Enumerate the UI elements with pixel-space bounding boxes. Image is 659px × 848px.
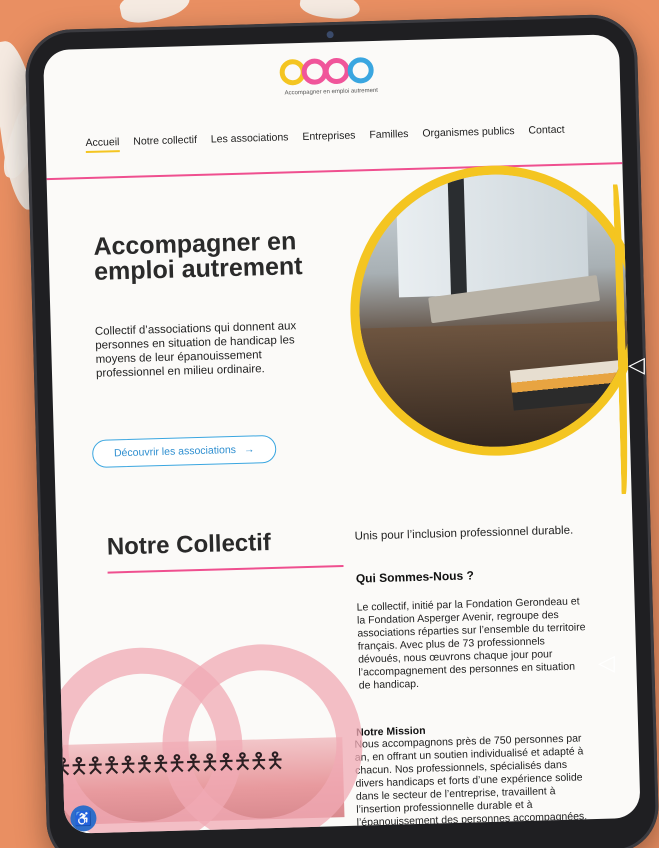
cta-label: Découvrir les associations (113, 443, 237, 460)
brush-stroke (117, 0, 193, 27)
mission-text: Nous accompagnons près de 750 personnes … (354, 732, 588, 829)
nav-item-contact[interactable]: Contact (528, 124, 565, 137)
pointer-arrow-icon: ◁ (598, 650, 615, 675)
brush-stroke (298, 0, 362, 23)
hero-description: Collectif d’associations qui donnent aux… (94, 320, 297, 380)
hero-title: Accompagner en emploi autrement (93, 227, 303, 286)
arrow-right-icon: → (243, 443, 255, 456)
people-silhouettes-icon: 🯅🯅🯅🯅🯅🯅🯅🯅🯅🯅🯅🯅🯅🯅 (52, 747, 283, 780)
nav-item-les-associations[interactable]: Les associations (211, 131, 289, 145)
rings-photo: 🯅🯅🯅🯅🯅🯅🯅🯅🯅🯅🯅🯅🯅🯅 (42, 641, 376, 834)
who-we-are-heading: Qui Sommes-Nous ? (355, 568, 475, 586)
who-we-are-text: Le collectif, initié par la Fondation Ge… (356, 595, 586, 692)
logo-icon (275, 53, 386, 90)
nav-item-notre-collectif[interactable]: Notre collectif (133, 134, 197, 148)
nav-item-entreprises[interactable]: Entreprises (302, 130, 355, 143)
nav-item-familles[interactable]: Familles (369, 128, 408, 141)
discover-associations-button[interactable]: Découvrir les associations → (91, 434, 277, 468)
hero-photo (346, 161, 641, 460)
section-underline (107, 565, 344, 574)
main-nav: Accueil Notre collectif Les associations… (85, 123, 586, 165)
section-subtitle: Unis pour l’inclusion professionnel dura… (354, 524, 574, 543)
website-screen: Accompagner en emploi autrement Accueil … (42, 34, 641, 834)
pointer-arrow-icon: ◁ (628, 352, 645, 377)
nav-item-accueil[interactable]: Accueil (85, 136, 120, 154)
nav-item-organismes-publics[interactable]: Organismes publics (422, 125, 515, 140)
section-title: Notre Collectif (106, 529, 272, 561)
camera-icon (326, 31, 334, 39)
site-logo[interactable]: Accompagner en emploi autrement (275, 53, 386, 97)
tablet-device: Accompagner en emploi autrement Accueil … (24, 13, 659, 848)
